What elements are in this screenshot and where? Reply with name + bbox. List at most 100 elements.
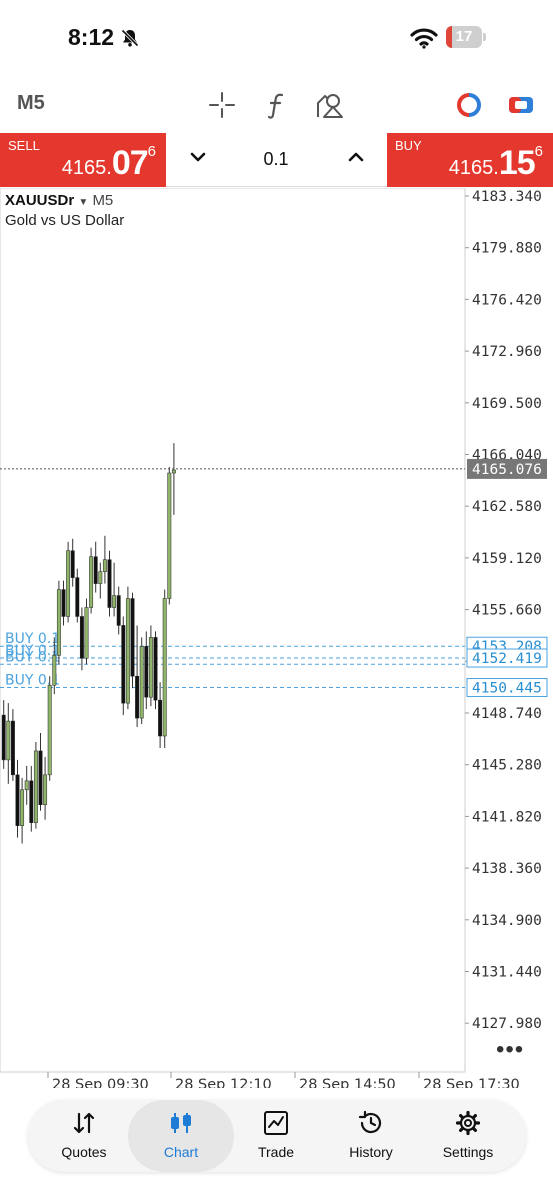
sell-button[interactable]: SELL 4165.076	[0, 133, 166, 187]
nav-history[interactable]: History	[321, 1100, 421, 1172]
nav-label: Chart	[163, 1144, 199, 1160]
nav-label: Settings	[442, 1144, 494, 1160]
candle-body	[171, 469, 176, 474]
sell-price: 4165.076	[62, 143, 156, 183]
nav-chart[interactable]: Chart	[128, 1100, 234, 1172]
order-label: BUY 0.1	[5, 673, 60, 689]
nav-settings[interactable]: Settings	[418, 1100, 518, 1172]
candle-body	[66, 550, 71, 617]
y-axis-label: 4155.660	[472, 603, 542, 619]
trade-panel: SELL 4165.076 0.1 BUY 4165.156	[0, 133, 553, 187]
settings-gear-icon	[455, 1110, 481, 1136]
order-price-label: 4150.445	[472, 681, 542, 697]
y-axis-label: 4141.820	[472, 809, 542, 825]
indicators-icon[interactable]	[262, 90, 292, 120]
candle-body	[56, 589, 61, 656]
y-axis-label: 4169.500	[472, 396, 542, 412]
chart-candles-icon	[171, 1113, 191, 1133]
candlestick-chart[interactable]: 4183.340 4179.880 4176.420 4172.960 4169.500…	[0, 188, 553, 1088]
timeframe-selector[interactable]: M5	[17, 92, 45, 115]
wifi-icon	[410, 28, 438, 49]
buy-price-small: 4165.	[448, 157, 499, 179]
y-axis-label: 4145.280	[472, 758, 542, 774]
trade-toggle-icon[interactable]	[506, 90, 536, 120]
candle-body	[112, 595, 117, 608]
chart-area[interactable]: 4183.340 4179.880 4176.420 4172.960 4169.500…	[0, 188, 553, 1088]
lot-size-control: 0.1	[166, 133, 387, 187]
symbol-name: XAUUSDr	[5, 192, 75, 209]
sell-price-sup: 6	[147, 143, 156, 160]
x-axis-label: 28 Sep 14:50	[299, 1077, 396, 1088]
chevron-up-icon[interactable]	[344, 145, 368, 169]
crosshair-icon[interactable]	[207, 90, 237, 120]
battery-indicator: 17	[446, 26, 486, 48]
candle-body	[43, 774, 48, 805]
sell-label: SELL	[8, 138, 40, 153]
y-axis-label: 4183.340	[472, 189, 542, 205]
candle-body	[20, 789, 25, 826]
buy-price-sup: 6	[534, 143, 543, 160]
bottom-navigation: Quotes Chart Trade History Settings	[28, 1100, 526, 1172]
one-click-trading-icon[interactable]	[454, 90, 484, 120]
status-time: 8:12	[68, 24, 115, 50]
y-axis-label: 4172.960	[472, 344, 542, 360]
buy-price-big: 15	[498, 144, 536, 182]
y-axis-label: 4179.880	[472, 241, 542, 257]
battery-percent: 17	[455, 28, 473, 45]
x-axis-label: 28 Sep 12:10	[175, 1077, 272, 1088]
sell-price-small: 4165.	[61, 157, 112, 179]
candle-body	[144, 646, 149, 698]
y-axis-label: 4159.120	[472, 551, 542, 567]
candle-body	[125, 598, 130, 704]
candle-body	[116, 595, 121, 626]
nav-trade[interactable]: Trade	[226, 1100, 326, 1172]
candle-body	[84, 607, 89, 659]
quotes-icon	[73, 1112, 95, 1134]
candle-body	[33, 750, 38, 823]
buy-button[interactable]: BUY 4165.156	[387, 133, 553, 187]
more-options-icon[interactable]: •••	[496, 1036, 524, 1064]
sell-price-big: 07	[111, 144, 149, 182]
candle-body	[89, 556, 94, 608]
trade-chart-icon	[264, 1111, 288, 1135]
candle-body	[148, 637, 153, 698]
candle-body	[93, 556, 98, 584]
nav-label: History	[349, 1144, 393, 1160]
symbol-description: Gold vs US Dollar	[5, 212, 125, 229]
history-icon	[358, 1110, 382, 1134]
chart-symbol[interactable]: XAUUSDr ▼ M5	[5, 192, 113, 209]
candle-body	[130, 598, 135, 677]
bell-muted-icon	[121, 29, 139, 47]
candle-body	[61, 589, 66, 617]
candle-body	[158, 699, 163, 737]
chevron-down-icon[interactable]	[186, 145, 210, 169]
order-label: BUY 0.1	[5, 649, 60, 665]
objects-icon[interactable]	[315, 90, 345, 120]
dropdown-triangle-icon: ▼	[78, 197, 89, 208]
candle-body	[162, 598, 167, 737]
nav-label: Quotes	[61, 1144, 107, 1160]
y-axis-label: 4127.980	[472, 1016, 542, 1032]
chart-toolbar: M5	[0, 80, 553, 128]
candle-body	[24, 780, 29, 791]
candle-body	[47, 684, 52, 776]
y-axis-label: 4148.740	[472, 706, 542, 722]
order-price-label: 4152.419	[472, 651, 542, 667]
candle-body	[1, 714, 6, 761]
x-axis-label: 28 Sep 17:30	[423, 1077, 520, 1088]
buy-price: 4165.156	[449, 143, 543, 183]
candle-body	[167, 472, 172, 599]
x-axis-label: 28 Sep 09:30	[52, 1077, 149, 1088]
candle-body	[15, 774, 20, 826]
candle-body	[98, 571, 103, 584]
candle-body	[153, 637, 158, 701]
lot-size-value[interactable]: 0.1	[226, 149, 326, 170]
candle-body	[52, 655, 57, 686]
nav-quotes[interactable]: Quotes	[34, 1100, 134, 1172]
y-axis-label: 4134.900	[472, 913, 542, 929]
y-axis-label: 4176.420	[472, 292, 542, 308]
candle-body	[38, 750, 43, 805]
candle-body	[107, 559, 112, 608]
candle-body	[79, 616, 84, 659]
candle-body	[139, 646, 144, 719]
